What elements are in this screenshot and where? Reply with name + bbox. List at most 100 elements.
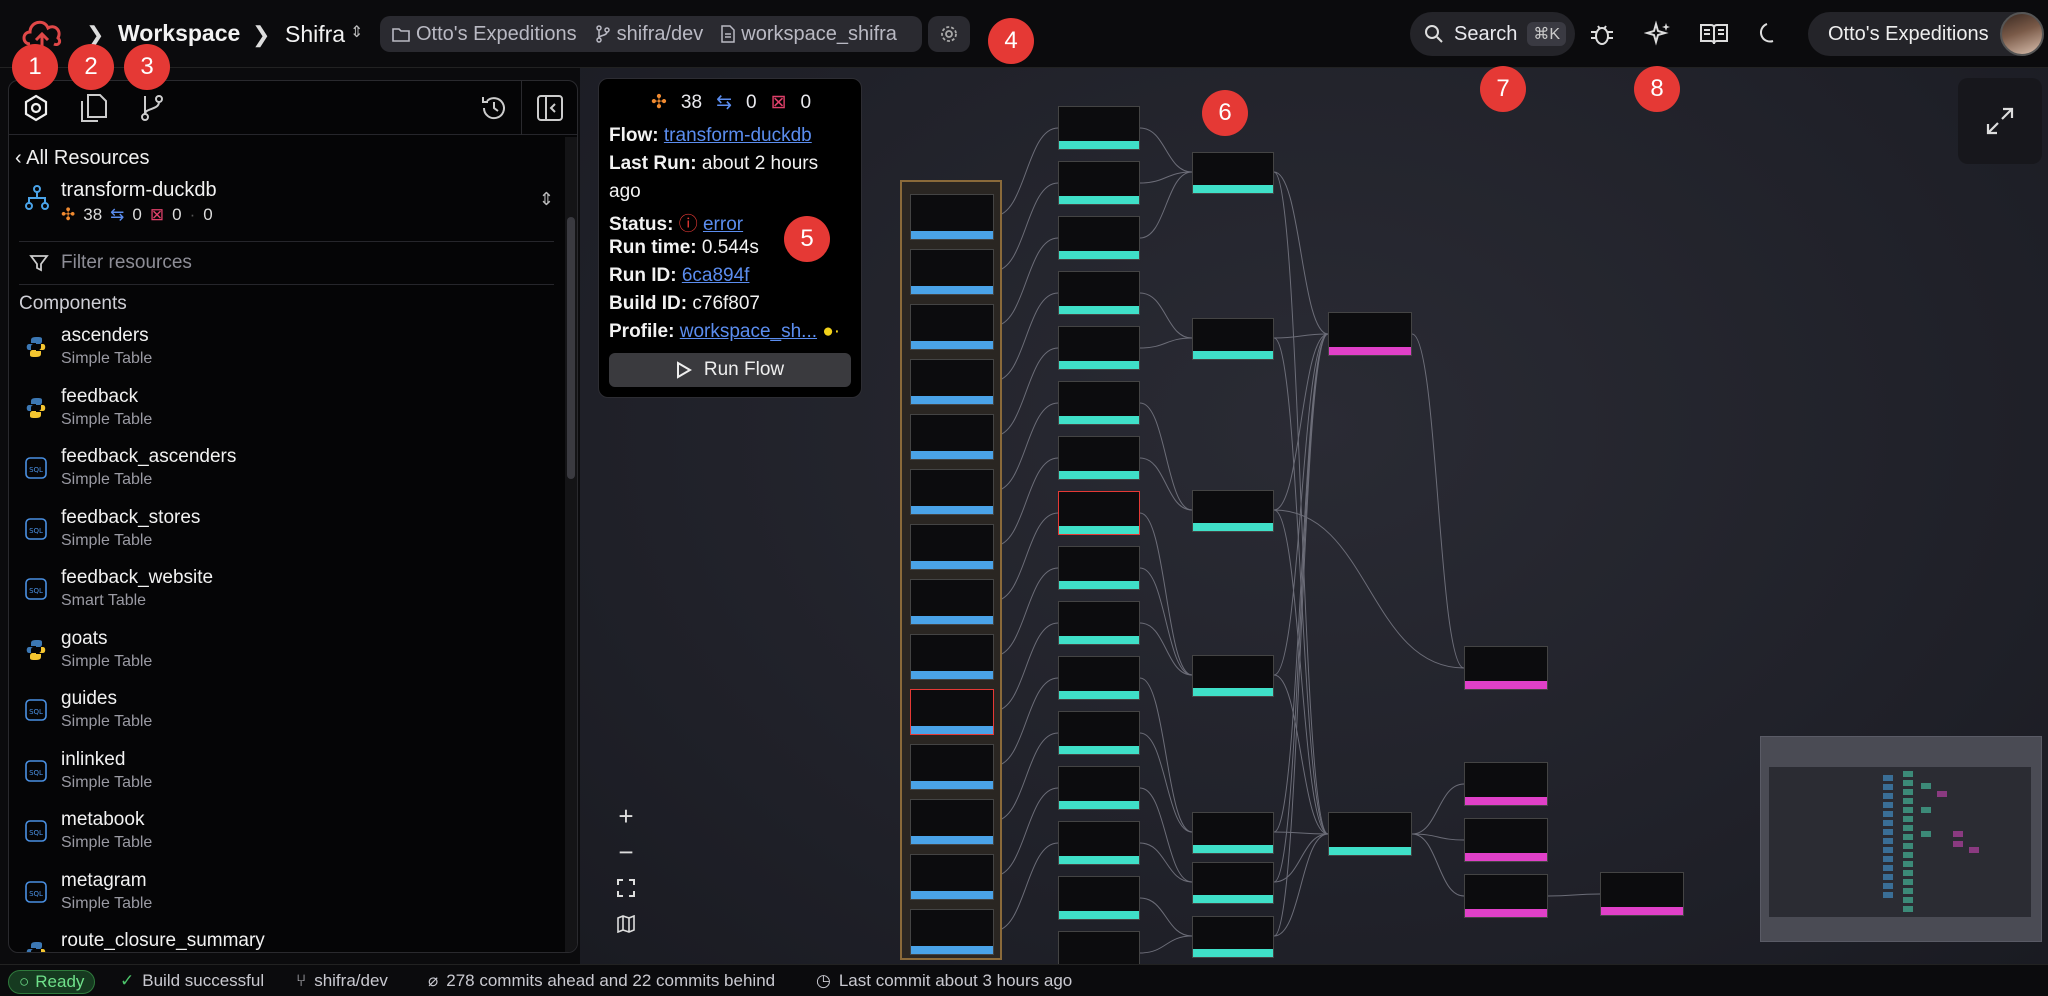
tab-git[interactable] bbox=[135, 91, 169, 125]
graph-node[interactable] bbox=[1058, 271, 1140, 315]
chevron-updown-icon[interactable]: ⇕ bbox=[350, 22, 363, 42]
graph-node[interactable] bbox=[1058, 381, 1140, 425]
avatar[interactable] bbox=[2000, 12, 2044, 56]
graph-node[interactable] bbox=[1192, 490, 1274, 532]
status-error-link[interactable]: error bbox=[703, 214, 743, 235]
graph-node[interactable] bbox=[1192, 655, 1274, 697]
history-button[interactable] bbox=[477, 91, 511, 125]
account-menu[interactable]: Otto's Expeditions bbox=[1808, 12, 2044, 56]
graph-node[interactable] bbox=[910, 194, 994, 240]
file-pill[interactable]: workspace_shifra bbox=[721, 23, 897, 46]
graph-node[interactable] bbox=[910, 304, 994, 350]
graph-node[interactable] bbox=[910, 854, 994, 900]
graph-node[interactable] bbox=[1328, 812, 1412, 856]
run-flow-label: Run Flow bbox=[703, 359, 785, 380]
back-to-all-resources[interactable]: ‹ All Resources bbox=[15, 147, 150, 170]
graph-node[interactable] bbox=[910, 469, 994, 515]
collapse-panel-button[interactable] bbox=[533, 91, 567, 125]
graph-node[interactable] bbox=[1192, 152, 1274, 194]
search-button[interactable]: Search ⌘K bbox=[1410, 12, 1575, 56]
graph-node[interactable] bbox=[1464, 818, 1548, 862]
resource-item[interactable]: goats Simple Table bbox=[19, 628, 554, 689]
fit-view-icon bbox=[617, 879, 635, 897]
graph-edge bbox=[1139, 622, 1193, 676]
resource-item[interactable]: SQL inlinked Simple Table bbox=[19, 749, 554, 810]
run-id-link[interactable]: 6ca894f bbox=[682, 265, 750, 286]
graph-node[interactable] bbox=[1058, 106, 1140, 150]
minimap-toggle-button[interactable] bbox=[606, 906, 646, 942]
branch-pill[interactable]: shifra/dev bbox=[595, 23, 703, 46]
breadcrumb-project[interactable]: Shifra bbox=[285, 21, 345, 48]
resource-item[interactable]: SQL guides Simple Table bbox=[19, 688, 554, 749]
resource-item[interactable]: SQL metagram Simple Table bbox=[19, 870, 554, 931]
minimap-node bbox=[1883, 874, 1893, 880]
graph-node[interactable] bbox=[1328, 312, 1412, 356]
ready-badge: ○ Ready bbox=[8, 970, 96, 994]
debug-button[interactable] bbox=[1586, 18, 1618, 50]
resource-item[interactable]: SQL feedback_ascenders Simple Table bbox=[19, 446, 554, 507]
org-pill[interactable]: Otto's Expeditions bbox=[392, 23, 577, 46]
minimap[interactable] bbox=[1760, 736, 2042, 942]
graph-node[interactable] bbox=[1058, 546, 1140, 590]
resource-item[interactable]: SQL feedback_stores Simple Table bbox=[19, 507, 554, 568]
graph-node[interactable] bbox=[910, 689, 994, 735]
resource-type: Simple Table bbox=[61, 834, 153, 851]
graph-node[interactable] bbox=[1192, 318, 1274, 360]
node-status-bar bbox=[1193, 949, 1273, 957]
graph-node[interactable] bbox=[1058, 326, 1140, 370]
flow-link[interactable]: transform-duckdb bbox=[664, 125, 812, 146]
graph-node[interactable] bbox=[1058, 436, 1140, 480]
resource-item[interactable]: SQL metabook Simple Table bbox=[19, 809, 554, 870]
settings-button[interactable] bbox=[928, 16, 970, 52]
graph-node[interactable] bbox=[1192, 812, 1274, 854]
flow-selector[interactable]: transform-duckdb ✣ 38 ⇆ 0 ⊠ 0 · 0 ⇕ bbox=[19, 177, 554, 229]
filter-resources-input[interactable]: Filter resources bbox=[19, 241, 554, 285]
graph-node[interactable] bbox=[910, 579, 994, 625]
graph-node[interactable] bbox=[910, 359, 994, 405]
graph-node[interactable] bbox=[1058, 711, 1140, 755]
graph-node[interactable] bbox=[1058, 876, 1140, 920]
graph-node[interactable] bbox=[910, 799, 994, 845]
docs-button[interactable] bbox=[1698, 18, 1730, 50]
graph-node[interactable] bbox=[1464, 646, 1548, 690]
theme-toggle-button[interactable] bbox=[1752, 18, 1784, 50]
graph-node[interactable] bbox=[1058, 656, 1140, 700]
zoom-out-button[interactable]: − bbox=[606, 834, 646, 870]
graph-node[interactable] bbox=[1192, 916, 1274, 958]
graph-node[interactable] bbox=[910, 744, 994, 790]
graph-node[interactable] bbox=[1464, 762, 1548, 806]
breadcrumb-workspace[interactable]: Workspace bbox=[118, 20, 240, 47]
zoom-in-button[interactable]: + bbox=[606, 798, 646, 834]
graph-node[interactable] bbox=[1464, 874, 1548, 918]
graph-node[interactable] bbox=[1192, 862, 1274, 904]
profile-link[interactable]: workspace_sh... bbox=[680, 321, 817, 342]
graph-node[interactable] bbox=[1058, 766, 1140, 810]
ai-assistant-button[interactable] bbox=[1642, 18, 1674, 50]
branch-status[interactable]: ⑂ shifra/dev bbox=[296, 971, 388, 991]
graph-node[interactable] bbox=[910, 909, 994, 955]
resource-item[interactable]: SQL feedback_website Smart Table bbox=[19, 567, 554, 628]
graph-node[interactable] bbox=[910, 249, 994, 295]
resource-item[interactable]: route_closure_summary bbox=[19, 930, 554, 952]
graph-node[interactable] bbox=[910, 634, 994, 680]
tab-files[interactable] bbox=[77, 91, 111, 125]
resource-item[interactable]: ascenders Simple Table bbox=[19, 325, 554, 386]
tab-resources[interactable] bbox=[19, 91, 53, 125]
build-id-value: c76f807 bbox=[692, 293, 761, 314]
fit-view-button[interactable] bbox=[606, 870, 646, 906]
graph-node[interactable] bbox=[1058, 821, 1140, 865]
graph-node[interactable] bbox=[1058, 931, 1140, 964]
run-flow-button[interactable]: Run Flow bbox=[609, 353, 851, 387]
resource-item[interactable]: feedback Simple Table bbox=[19, 386, 554, 447]
panel-scrollbar[interactable] bbox=[565, 137, 577, 952]
graph-node[interactable] bbox=[910, 414, 994, 460]
graph-node[interactable] bbox=[1058, 601, 1140, 645]
graph-node[interactable] bbox=[1600, 872, 1684, 916]
graph-node[interactable] bbox=[1058, 491, 1140, 535]
scrollbar-thumb[interactable] bbox=[567, 217, 575, 479]
graph-node[interactable] bbox=[910, 524, 994, 570]
minimap-node bbox=[1883, 802, 1893, 808]
graph-node[interactable] bbox=[1058, 216, 1140, 260]
fullscreen-button[interactable] bbox=[1958, 78, 2042, 164]
graph-node[interactable] bbox=[1058, 161, 1140, 205]
